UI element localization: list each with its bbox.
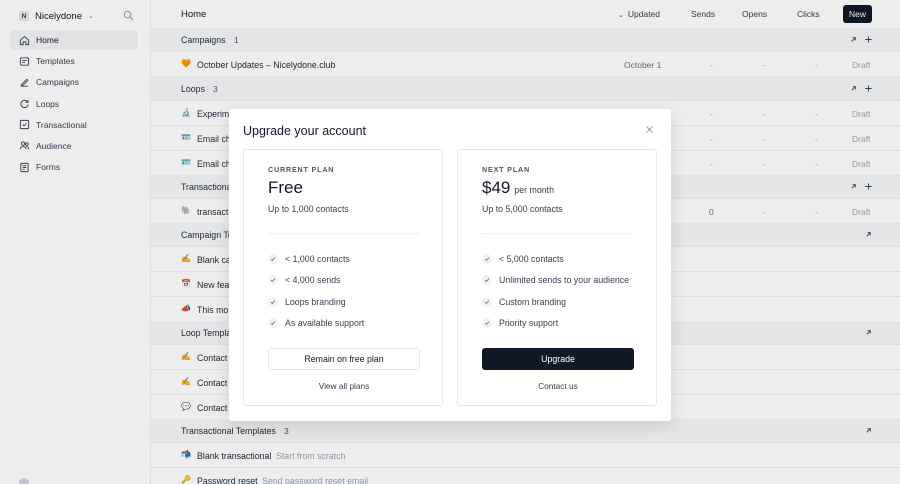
feature-label: As available support bbox=[285, 318, 365, 328]
view-all-plans-link[interactable]: View all plans bbox=[268, 381, 420, 391]
feature-label: < 5,000 contacts bbox=[499, 254, 564, 264]
feature-item: Loops branding bbox=[268, 296, 346, 308]
remain-free-button[interactable]: Remain on free plan bbox=[268, 348, 420, 370]
feature-item: As available support bbox=[268, 317, 364, 329]
plan-label: CURRENT PLAN bbox=[268, 165, 335, 174]
divider bbox=[482, 233, 633, 234]
feature-label: < 1,000 contacts bbox=[285, 254, 350, 264]
feature-label: Custom branding bbox=[499, 297, 566, 307]
plan-price-value: $49 bbox=[482, 178, 511, 197]
feature-label: < 4,000 sends bbox=[285, 275, 341, 285]
check-icon bbox=[268, 297, 278, 307]
contact-us-link[interactable]: Contact us bbox=[482, 381, 634, 391]
feature-item: < 4,000 sends bbox=[268, 274, 341, 286]
current-plan-card: CURRENT PLAN Free Up to 1,000 contacts <… bbox=[243, 149, 443, 406]
plan-contacts: Up to 5,000 contacts bbox=[482, 204, 563, 214]
check-icon bbox=[482, 275, 492, 285]
feature-label: Priority support bbox=[499, 318, 559, 328]
close-icon[interactable] bbox=[645, 125, 654, 134]
plan-label: NEXT PLAN bbox=[482, 165, 530, 174]
check-icon bbox=[268, 254, 278, 264]
plan-price-value: Free bbox=[268, 178, 303, 197]
check-icon bbox=[268, 318, 278, 328]
modal-title: Upgrade your account bbox=[243, 124, 366, 138]
feature-item: Priority support bbox=[482, 317, 558, 329]
check-icon bbox=[482, 254, 492, 264]
feature-item: < 5,000 contacts bbox=[482, 253, 564, 265]
check-icon bbox=[268, 275, 278, 285]
feature-label: Unlimited sends to your audience bbox=[499, 275, 630, 285]
check-icon bbox=[482, 297, 492, 307]
check-icon bbox=[482, 318, 492, 328]
next-plan-card: NEXT PLAN $49 per month Up to 5,000 cont… bbox=[457, 149, 657, 406]
plan-price: Free bbox=[268, 178, 303, 198]
plan-price-period: per month bbox=[514, 185, 554, 195]
upgrade-modal: Upgrade your account CURRENT PLAN Free U… bbox=[229, 109, 671, 421]
divider bbox=[268, 233, 419, 234]
upgrade-button[interactable]: Upgrade bbox=[482, 348, 634, 370]
feature-item: Custom branding bbox=[482, 296, 566, 308]
feature-item: < 1,000 contacts bbox=[268, 253, 350, 265]
feature-label: Loops branding bbox=[285, 297, 346, 307]
feature-item: Unlimited sends to your audience bbox=[482, 274, 629, 286]
plan-price: $49 per month bbox=[482, 178, 554, 198]
plan-contacts: Up to 1,000 contacts bbox=[268, 204, 349, 214]
